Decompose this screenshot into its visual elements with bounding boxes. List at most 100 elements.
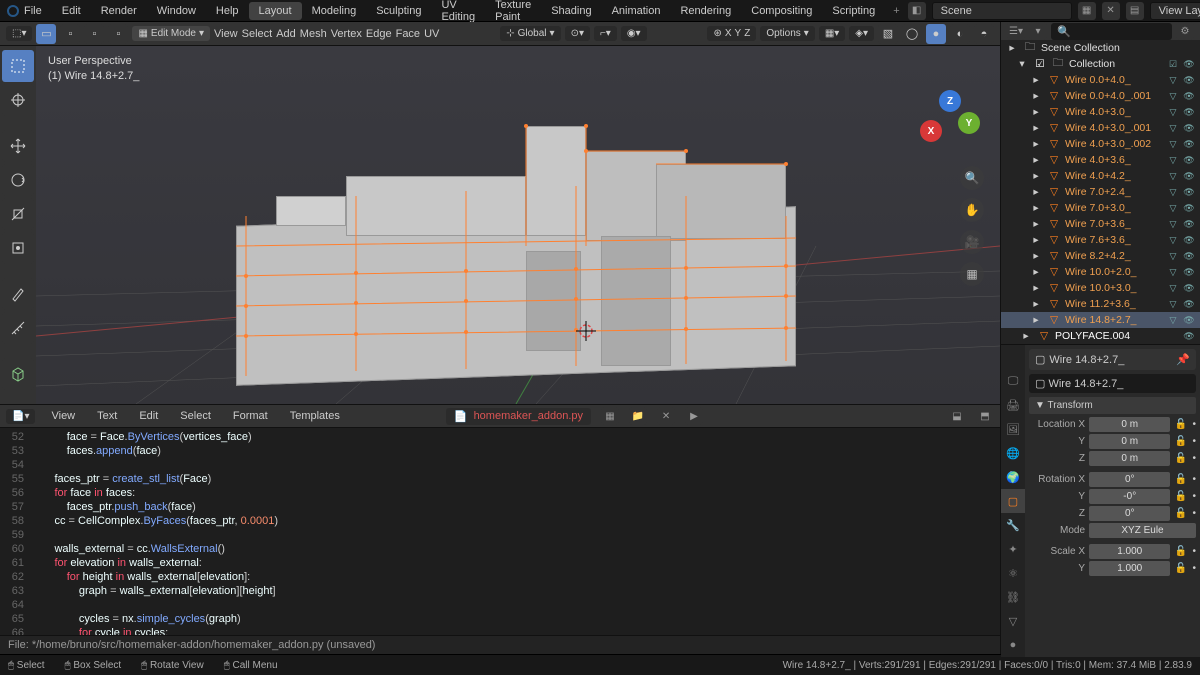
scene-browse-icon[interactable]: ▦ bbox=[1078, 2, 1096, 20]
outliner[interactable]: ▸🗀Scene Collection ▾☑🗀Collection☑👁 ▸▽Wir… bbox=[1001, 40, 1200, 344]
mode-selector[interactable]: ▦ Edit Mode ▾ bbox=[132, 26, 210, 41]
tab-modeling[interactable]: Modeling bbox=[302, 2, 367, 20]
ptab-modifiers[interactable]: 🔧 bbox=[1001, 513, 1025, 537]
tab-sculpting[interactable]: Sculpting bbox=[366, 2, 431, 20]
text-wrap-icon[interactable]: ⬓ bbox=[948, 407, 966, 425]
outliner-item[interactable]: ▸▽Wire 7.6+3.6_▽👁 bbox=[1001, 232, 1200, 248]
scene-remove-icon[interactable]: ✕ bbox=[1102, 2, 1120, 20]
editor-type-icon[interactable]: ⬚▾ bbox=[6, 26, 32, 41]
outliner-item[interactable]: ▸▽Wire 4.0+4.2_▽👁 bbox=[1001, 168, 1200, 184]
pan-icon[interactable]: ✋ bbox=[960, 198, 984, 222]
viewlayer-selector[interactable]: View Layer bbox=[1150, 2, 1200, 20]
rotate-tool-icon[interactable]: ▫ bbox=[84, 24, 104, 44]
menu-render[interactable]: Render bbox=[91, 2, 147, 20]
vp-face[interactable]: Face bbox=[396, 28, 420, 40]
tab-shading[interactable]: Shading bbox=[541, 2, 601, 20]
tab-rendering[interactable]: Rendering bbox=[670, 2, 741, 20]
pivot-icon[interactable]: ⊙▾ bbox=[565, 26, 590, 41]
te-select[interactable]: Select bbox=[174, 408, 217, 424]
outliner-item[interactable]: ▸▽Wire 4.0+3.6_▽👁 bbox=[1001, 152, 1200, 168]
loc-y[interactable]: 0 m bbox=[1089, 434, 1170, 449]
rot-z[interactable]: 0° bbox=[1089, 506, 1170, 521]
add-cube-tool[interactable] bbox=[2, 358, 34, 390]
scene-icon[interactable]: ◧ bbox=[908, 2, 926, 20]
menu-window[interactable]: Window bbox=[147, 2, 206, 20]
text-editor[interactable]: 525354555657585960616263646566676869 fac… bbox=[0, 428, 1000, 635]
syntax-icon[interactable]: ⬒ bbox=[976, 407, 994, 425]
loc-z[interactable]: 0 m bbox=[1089, 451, 1170, 466]
script-remove-icon[interactable]: ✕ bbox=[657, 407, 675, 425]
rot-mode[interactable]: XYZ Eule bbox=[1089, 523, 1196, 538]
ptab-data[interactable]: ▽ bbox=[1001, 609, 1025, 633]
options-dropdown[interactable]: Options ▾ bbox=[760, 26, 815, 41]
menu-file[interactable]: File bbox=[14, 2, 52, 20]
overlay-icon[interactable]: ◈▾ bbox=[849, 26, 874, 41]
cursor-tool-icon[interactable]: ▭ bbox=[36, 24, 56, 44]
te-text[interactable]: Text bbox=[91, 408, 123, 424]
loc-x[interactable]: 0 m bbox=[1089, 417, 1170, 432]
zoom-icon[interactable]: 🔍 bbox=[960, 166, 984, 190]
transform-tool[interactable] bbox=[2, 232, 34, 264]
scale-tool[interactable] bbox=[2, 198, 34, 230]
ptab-constraints[interactable]: ⛓ bbox=[1001, 585, 1025, 609]
te-format[interactable]: Format bbox=[227, 408, 274, 424]
tab-scripting[interactable]: Scripting bbox=[822, 2, 885, 20]
rot-x[interactable]: 0° bbox=[1089, 472, 1170, 487]
vp-mesh[interactable]: Mesh bbox=[300, 28, 327, 40]
viewlayer-icon[interactable]: ▤ bbox=[1126, 2, 1144, 20]
propedit-icon[interactable]: ◉▾ bbox=[621, 26, 647, 41]
scale-y[interactable]: 1.000 bbox=[1089, 561, 1170, 576]
wireframe-shade-icon[interactable]: ◯ bbox=[902, 24, 922, 44]
xray-icon[interactable]: ▧ bbox=[878, 24, 898, 44]
outliner-item[interactable]: ▸▽Wire 4.0+3.0_.001▽👁 bbox=[1001, 120, 1200, 136]
vp-select[interactable]: Select bbox=[242, 28, 273, 40]
scale-x[interactable]: 1.000 bbox=[1089, 544, 1170, 559]
outliner-item[interactable]: ▸▽Wire 0.0+4.0_▽👁 bbox=[1001, 72, 1200, 88]
script-selector[interactable]: 📄 homemaker_addon.py bbox=[446, 408, 591, 425]
scale-tool-icon[interactable]: ▫ bbox=[108, 24, 128, 44]
ptab-particles[interactable]: ✦ bbox=[1001, 537, 1025, 561]
axis-z[interactable]: Z bbox=[939, 90, 961, 112]
ptab-output[interactable]: 🖨 bbox=[1001, 393, 1025, 417]
menu-help[interactable]: Help bbox=[206, 2, 249, 20]
ptab-object[interactable]: ▢ bbox=[1001, 489, 1025, 513]
persp-icon[interactable]: ▦ bbox=[960, 262, 984, 286]
run-script-icon[interactable]: ▶ bbox=[685, 407, 703, 425]
outliner-mode-icon[interactable]: ▾ bbox=[1029, 22, 1047, 40]
axis-x[interactable]: X bbox=[920, 120, 942, 142]
outliner-item[interactable]: ▸▽Wire 4.0+3.0_▽👁 bbox=[1001, 104, 1200, 120]
cursor-tool[interactable] bbox=[2, 84, 34, 116]
camera-icon[interactable]: 🎥 bbox=[960, 230, 984, 254]
annotate-tool[interactable] bbox=[2, 278, 34, 310]
outliner-type-icon[interactable]: ☰▾ bbox=[1007, 22, 1025, 40]
orientation-selector[interactable]: ⊹ Global ▾ bbox=[500, 26, 560, 41]
ptab-scene[interactable]: 🌐 bbox=[1001, 441, 1025, 465]
transform-section[interactable]: ▼ Transform bbox=[1029, 397, 1196, 414]
measure-tool[interactable] bbox=[2, 312, 34, 344]
tab-compositing[interactable]: Compositing bbox=[741, 2, 822, 20]
gizmo-icon[interactable]: ▦▾ bbox=[819, 26, 845, 41]
axis-y[interactable]: Y bbox=[958, 112, 980, 134]
select-box-tool[interactable] bbox=[2, 50, 34, 82]
menu-edit[interactable]: Edit bbox=[52, 2, 91, 20]
script-new-icon[interactable]: 📁 bbox=[629, 407, 647, 425]
mirror-icon[interactable]: ⊛ X Y Z bbox=[707, 26, 756, 41]
outliner-item[interactable]: ▸▽Wire 0.0+4.0_.001▽👁 bbox=[1001, 88, 1200, 104]
outliner-item[interactable]: ▸▽Wire 10.0+2.0_▽👁 bbox=[1001, 264, 1200, 280]
te-view[interactable]: View bbox=[45, 408, 81, 424]
vp-add[interactable]: Add bbox=[276, 28, 296, 40]
matprev-shade-icon[interactable]: ◐ bbox=[950, 24, 970, 44]
rotate-tool[interactable] bbox=[2, 164, 34, 196]
move-tool[interactable] bbox=[2, 130, 34, 162]
vp-edge[interactable]: Edge bbox=[366, 28, 392, 40]
rendered-shade-icon[interactable]: ◓ bbox=[974, 24, 994, 44]
outliner-item[interactable]: ▸▽Wire 8.2+4.2_▽👁 bbox=[1001, 248, 1200, 264]
ptab-view[interactable]: 🖼 bbox=[1001, 417, 1025, 441]
obj-name-field[interactable]: ▢ Wire 14.8+2.7_ bbox=[1029, 374, 1196, 393]
outliner-item[interactable]: ▸▽Wire 11.2+3.6_▽👁 bbox=[1001, 296, 1200, 312]
script-browse-icon[interactable]: ▦ bbox=[601, 407, 619, 425]
ptab-render[interactable]: 🖵 bbox=[1001, 369, 1025, 393]
te-templates[interactable]: Templates bbox=[284, 408, 346, 424]
snap-icon[interactable]: ⌐▾ bbox=[594, 26, 617, 41]
move-tool-icon[interactable]: ▫ bbox=[60, 24, 80, 44]
